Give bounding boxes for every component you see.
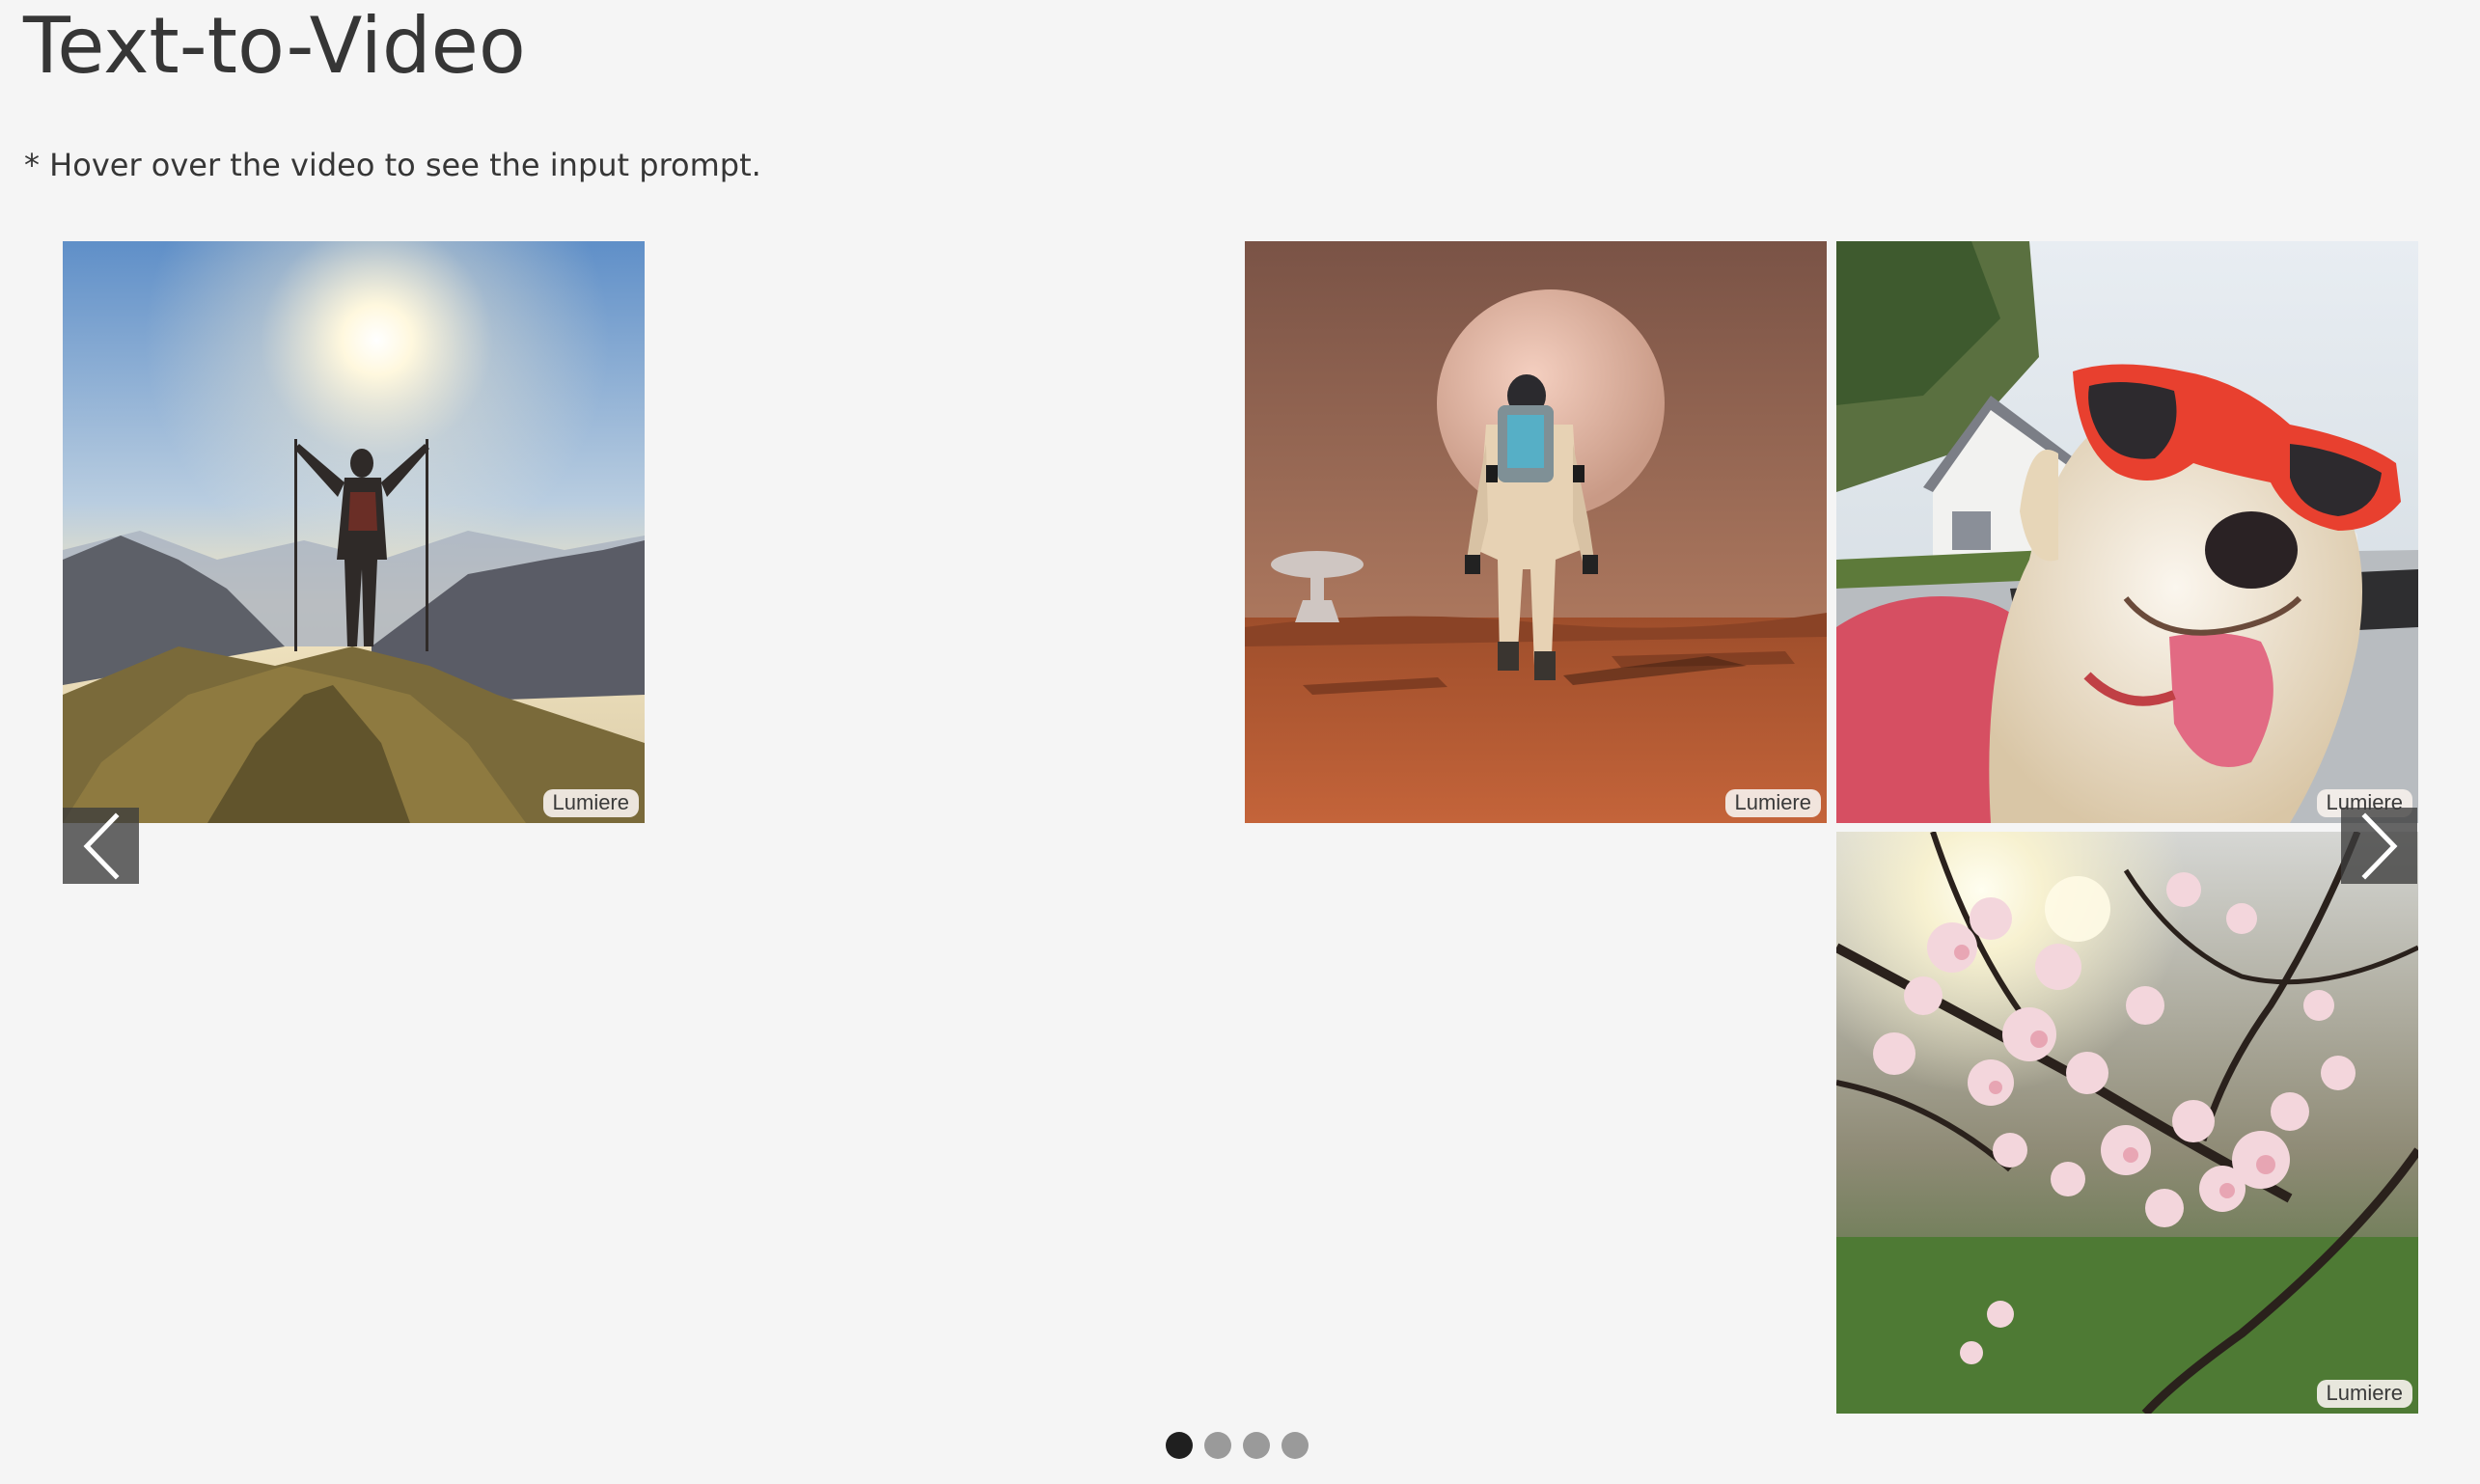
chevron-left-icon [83,811,120,880]
astronaut-video-thumbnail [1245,241,1827,823]
video-tile-cherry-blossoms[interactable]: Lumiere [1836,832,2418,1414]
carousel-pagination [1166,1432,1309,1459]
hiker-video-thumbnail [63,241,645,823]
video-tile-astronaut[interactable]: Lumiere [1245,241,1827,823]
chevron-right-icon [2360,811,2397,880]
pagination-dot-2[interactable] [1204,1432,1231,1459]
page-title: Text-to-Video [23,1,526,91]
carousel-next-button[interactable] [2341,808,2417,884]
pagination-dot-4[interactable] [1281,1432,1309,1459]
pagination-dot-3[interactable] [1243,1432,1270,1459]
hover-hint: * Hover over the video to see the input … [24,147,761,183]
video-tile-dog[interactable]: Lumiere [1836,241,2418,823]
carousel-prev-button[interactable] [63,808,139,884]
dog-video-thumbnail [1836,241,2418,823]
lumiere-badge: Lumiere [542,789,639,817]
pagination-dot-1[interactable] [1166,1432,1193,1459]
cherry-blossom-video-thumbnail [1836,832,2418,1414]
lumiere-badge: Lumiere [1724,789,1821,817]
video-tile-hiker[interactable]: Lumiere [63,241,645,823]
lumiere-badge: Lumiere [2316,1380,2412,1408]
